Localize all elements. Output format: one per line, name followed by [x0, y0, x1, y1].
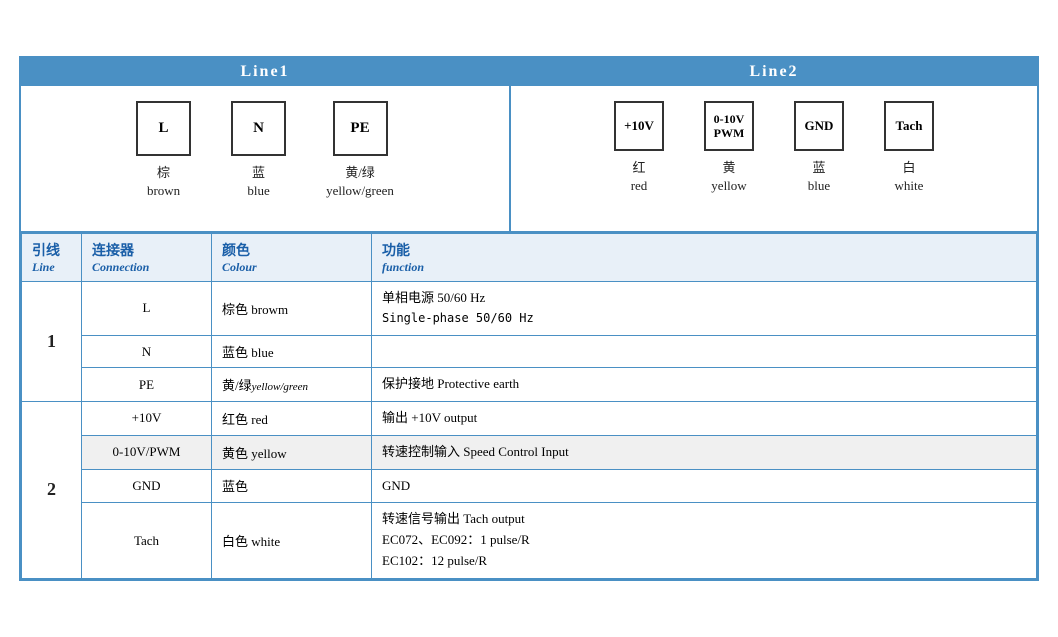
table-row: 0-10V/PWM 黄色 yellow 转速控制输入 Speed Control… [22, 435, 1037, 469]
func-gnd-cell: GND [372, 469, 1037, 503]
conn-10v-cell: +10V [82, 401, 212, 435]
header-func-en: function [382, 260, 1026, 275]
connector-tach: Tach 白white [884, 101, 934, 195]
table-row: N 蓝色 blue [22, 336, 1037, 368]
connector-box-L: L [136, 101, 191, 156]
line2-header: Line2 [511, 58, 1037, 86]
conn-PE-cell: PE [82, 368, 212, 402]
header-line-cn: 引线 [32, 240, 71, 260]
colour-yellow-cell: 黄色 yellow [212, 435, 372, 469]
table-row: PE 黄/绿yellow/green 保护接地 Protective earth [22, 368, 1037, 402]
connector-box-PE: PE [333, 101, 388, 156]
header-function: 功能 function [372, 233, 1037, 281]
diagram-section: Line1 L 棕brown N 蓝blue PE 黄/绿yellow/gree… [21, 58, 1037, 232]
connector-label-PE: 黄/绿yellow/green [326, 164, 394, 200]
conn-L-cell: L [82, 281, 212, 336]
connector-label-gnd: 蓝blue [808, 159, 830, 195]
conn-N-cell: N [82, 336, 212, 368]
connector-box-10v: +10V [614, 101, 664, 151]
colour-blue-cell: 蓝色 blue [212, 336, 372, 368]
colour-red-cell: 红色 red [212, 401, 372, 435]
conn-tach-cell: Tach [82, 503, 212, 578]
line1-header: Line1 [21, 58, 509, 86]
connector-box-pwm: 0-10VPWM [704, 101, 754, 151]
table-row: 1 L 棕色 browm 单相电源 50/60 HzSingle-phase 5… [22, 281, 1037, 336]
connector-label-10v: 红red [631, 159, 648, 195]
line1-connectors: L 棕brown N 蓝blue PE 黄/绿yellow/green [41, 101, 489, 200]
connector-box-gnd: GND [794, 101, 844, 151]
func-L-cell: 单相电源 50/60 HzSingle-phase 50/60 Hz [372, 281, 1037, 336]
connector-label-N: 蓝blue [247, 164, 269, 200]
table-section: 引线 Line 连接器 Connection 颜色 Colour 功能 func… [21, 233, 1037, 579]
colour-yg-cell: 黄/绿yellow/green [212, 368, 372, 402]
header-line: 引线 Line [22, 233, 82, 281]
connector-box-tach: Tach [884, 101, 934, 151]
colour-gnd-cell: 蓝色 [212, 469, 372, 503]
colour-white-cell: 白色 white [212, 503, 372, 578]
header-line-en: Line [32, 260, 71, 275]
line1-cell: 1 [22, 281, 82, 401]
connector-label-tach: 白white [895, 159, 924, 195]
header-colour-cn: 颜色 [222, 240, 361, 260]
connector-N: N 蓝blue [231, 101, 286, 200]
header-conn-en: Connection [92, 260, 201, 275]
main-container: Line1 L 棕brown N 蓝blue PE 黄/绿yellow/gree… [19, 56, 1039, 581]
connector-label-L: 棕brown [147, 164, 180, 200]
func-PE-cell: 保护接地 Protective earth [372, 368, 1037, 402]
header-colour: 颜色 Colour [212, 233, 372, 281]
connector-PE: PE 黄/绿yellow/green [326, 101, 394, 200]
table-row: GND 蓝色 GND [22, 469, 1037, 503]
connector-box-N: N [231, 101, 286, 156]
table-row: 2 +10V 红色 red 输出 +10V output [22, 401, 1037, 435]
conn-gnd-cell: GND [82, 469, 212, 503]
func-pwm-cell: 转速控制输入 Speed Control Input [372, 435, 1037, 469]
colour-brown-cell: 棕色 browm [212, 281, 372, 336]
header-func-cn: 功能 [382, 240, 1026, 260]
line2-connectors: +10V 红red 0-10VPWM 黄yellow GND 蓝blue Tac… [531, 101, 1017, 195]
connector-gnd: GND 蓝blue [794, 101, 844, 195]
line2-diagram: Line2 +10V 红red 0-10VPWM 黄yellow GND 蓝bl… [511, 58, 1037, 230]
line2-cell: 2 [22, 401, 82, 578]
wiring-table: 引线 Line 连接器 Connection 颜色 Colour 功能 func… [21, 233, 1037, 579]
header-colour-en: Colour [222, 260, 361, 275]
table-row: Tach 白色 white 转速信号输出 Tach output EC072、E… [22, 503, 1037, 578]
connector-label-pwm: 黄yellow [711, 159, 746, 195]
connector-pwm: 0-10VPWM 黄yellow [704, 101, 754, 195]
func-N-cell [372, 336, 1037, 368]
connector-L: L 棕brown [136, 101, 191, 200]
header-conn-cn: 连接器 [92, 240, 201, 260]
conn-pwm-cell: 0-10V/PWM [82, 435, 212, 469]
func-tach-cell: 转速信号输出 Tach output EC072、EC092：1 pulse/R… [372, 503, 1037, 578]
header-connection: 连接器 Connection [82, 233, 212, 281]
line1-diagram: Line1 L 棕brown N 蓝blue PE 黄/绿yellow/gree… [21, 58, 511, 230]
connector-10v: +10V 红red [614, 101, 664, 195]
table-header-row: 引线 Line 连接器 Connection 颜色 Colour 功能 func… [22, 233, 1037, 281]
func-10v-cell: 输出 +10V output [372, 401, 1037, 435]
table-body: 1 L 棕色 browm 单相电源 50/60 HzSingle-phase 5… [22, 281, 1037, 578]
